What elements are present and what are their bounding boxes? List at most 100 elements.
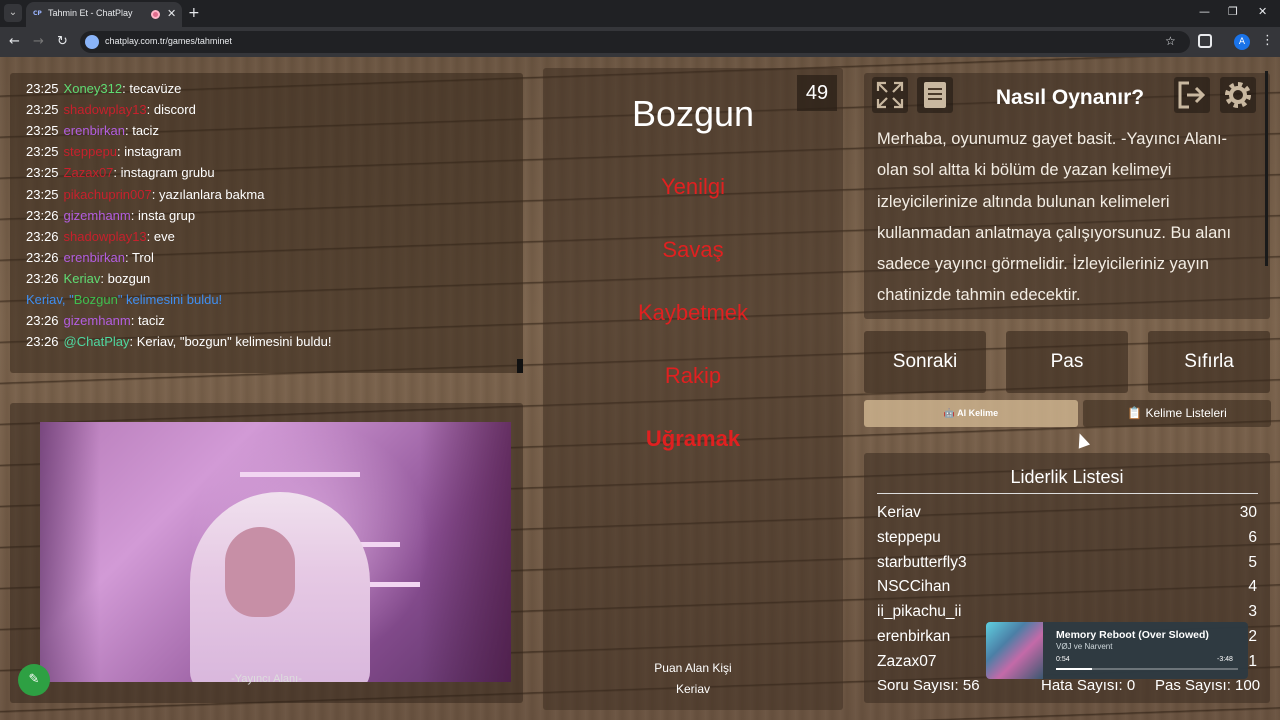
chat-username[interactable]: Zazax07 <box>64 165 114 180</box>
window-close-icon[interactable]: ✕ <box>1258 5 1267 19</box>
next-button[interactable]: Sonraki <box>864 331 986 393</box>
album-art <box>986 622 1043 679</box>
chat-username[interactable]: gizemhanm <box>64 208 131 223</box>
minimize-icon[interactable]: — <box>1199 5 1210 19</box>
webcam-image <box>40 422 511 682</box>
chat-timestamp: 23:26 <box>26 313 59 329</box>
chat-username[interactable]: Xoney312 <box>64 81 123 96</box>
pencil-icon[interactable]: ✎ <box>18 664 50 696</box>
leaderboard-player: steppepu <box>877 528 941 546</box>
chat-username[interactable]: pikachuprin007 <box>64 187 152 202</box>
chat-message: 23:26 erenbirkan: Trol <box>26 250 154 265</box>
word-card <box>543 68 843 710</box>
error-count: Hata Sayısı: 0 <box>1041 677 1136 694</box>
tab-search-icon[interactable]: ⌄ <box>4 4 22 22</box>
chat-timestamp: 23:26 <box>26 207 59 223</box>
taboo-word: Kaybetmek <box>637 300 749 325</box>
game-page: 23:25 Xoney312: tecavüze 23:25 shadowplay13… <box>0 57 1280 720</box>
leaderboard-score: 3 <box>1248 603 1257 621</box>
leaderboard-divider <box>877 493 1258 494</box>
chat-text: : tecavüze <box>122 81 182 96</box>
browser-tabbar: ⌄ CP Tahmin Et - ChatPlay ✕ + — ❐ ✕ <box>0 0 1280 27</box>
recording-icon <box>151 10 160 19</box>
chat-username[interactable]: erenbirkan <box>64 250 125 265</box>
chat-message: 23:26 Keriav: bozgun <box>26 271 150 286</box>
chat-message: 23:25 erenbirkan: taciz <box>26 123 159 138</box>
chat-username[interactable]: Keriav <box>64 271 101 286</box>
settings-gear-icon[interactable] <box>1220 77 1256 113</box>
chat-timestamp: 23:26 <box>26 249 59 265</box>
leaderboard-score: 30 <box>1239 504 1257 521</box>
chat-username[interactable]: steppepu <box>64 144 118 159</box>
leaderboard-score: 4 <box>1248 578 1257 596</box>
word-lists-button[interactable]: 📋 Kelime Listeleri <box>1083 400 1271 427</box>
pass-button[interactable]: Pas <box>1006 331 1128 393</box>
fullscreen-icon[interactable] <box>872 77 908 113</box>
song-current-time: 0:54 <box>1056 656 1070 663</box>
chat-message: 23:26 @ChatPlay: Keriav, "bozgun" kelimes… <box>26 334 331 349</box>
instructions-scrollbar[interactable] <box>1265 71 1268 266</box>
scorer-name: Keriav <box>675 682 710 696</box>
address-bar[interactable]: chatplay.com.tr/games/tahminet ☆ <box>80 31 1190 53</box>
profile-avatar[interactable]: A <box>1234 34 1250 50</box>
chat-timestamp: 23:25 <box>26 165 59 181</box>
chat-text: : insta grup <box>130 207 196 223</box>
chat-notice-text: Keriav, " <box>26 292 74 307</box>
song-artist: VØJ ve Narvent <box>1056 642 1113 651</box>
chat-message: 23:25 pikachuprin007: yazılanlara bakma <box>26 187 264 202</box>
song-progress-fill <box>1056 668 1093 670</box>
forward-icon[interactable]: → <box>33 34 44 50</box>
pass-count: Pas Sayısı: 100 <box>1155 677 1261 694</box>
scorer-label: Puan Alan Kişi <box>654 661 732 675</box>
song-progress <box>1056 668 1238 670</box>
extensions-icon[interactable] <box>1198 34 1212 48</box>
bookmark-star-icon[interactable]: ☆ <box>1165 34 1176 48</box>
how-to-play-text: Merhaba, oyunumuz gayet basit. -Yayıncı … <box>877 130 1232 304</box>
chat-notice: Keriav, "Bozgun" kelimesini buldu! <box>26 292 222 307</box>
taboo-word: Rakip <box>664 363 722 388</box>
chat-timestamp: 23:25 <box>26 144 59 160</box>
tab-close-icon[interactable]: ✕ <box>167 7 176 21</box>
song-remaining-time: -3:48 <box>1217 656 1233 663</box>
chat-notice-text: " kelimesini buldu! <box>117 292 223 307</box>
chat-username[interactable]: shadowplay13 <box>64 229 147 244</box>
streamer-area-label: -Yayıncı Alanı- <box>231 673 302 685</box>
new-tab-icon[interactable]: + <box>188 5 200 21</box>
mouse-cursor <box>1073 431 1091 449</box>
chat-username[interactable]: erenbirkan <box>64 123 125 138</box>
chat-timestamp: 23:25 <box>26 81 59 96</box>
leaderboard-player: Keriav <box>877 504 921 521</box>
taboo-word: Savaş <box>662 237 724 262</box>
chat-timestamp: 23:26 <box>26 228 59 244</box>
leaderboard-player: erenbirkan <box>877 628 951 645</box>
restore-icon[interactable]: ❐ <box>1228 5 1238 19</box>
chat-username[interactable]: gizemhanm <box>64 313 131 328</box>
music-overlay: Memory Reboot (Over Slowed) VØJ ve Narve… <box>986 622 1248 679</box>
chat-username[interactable]: shadowplay13 <box>64 102 147 117</box>
reload-icon[interactable]: ↻ <box>57 34 68 50</box>
exit-icon[interactable] <box>1174 77 1210 113</box>
taboo-word: Yenilgi <box>660 174 726 199</box>
url-text[interactable]: chatplay.com.tr/games/tahminet <box>105 36 232 46</box>
chat-text: : bozgun <box>100 270 151 286</box>
chat-text: : instagram grubu <box>113 165 215 181</box>
browser-menu-icon[interactable]: ⋮ <box>1261 33 1274 48</box>
chat-notice-text: Bozgun <box>73 292 118 307</box>
leaderboard-player: Zazax07 <box>877 652 937 670</box>
reset-button[interactable]: Sıfırla <box>1148 331 1270 393</box>
site-info-icon[interactable] <box>85 35 99 49</box>
chat-username[interactable]: @ChatPlay <box>64 334 130 349</box>
chat-scrollbar[interactable] <box>517 359 523 373</box>
ai-word-button[interactable]: 🤖 AI Kelime <box>864 400 1078 427</box>
chat-timestamp: 23:26 <box>26 334 59 350</box>
chat-message: 23:26 gizemhanm: taciz <box>26 313 165 328</box>
browser-tab[interactable]: CP Tahmin Et - ChatPlay ✕ <box>26 2 182 27</box>
taboo-word: Uğramak <box>645 426 741 451</box>
chat-text: : eve <box>146 228 175 244</box>
song-title: Memory Reboot (Over Slowed) <box>1056 629 1209 641</box>
chat-text: : Trol <box>124 249 154 265</box>
chat-text: : taciz <box>124 123 159 139</box>
back-icon[interactable]: ← <box>9 34 20 50</box>
chat-text: : taciz <box>130 313 165 329</box>
leaderboard-player: NSCCihan <box>877 578 951 596</box>
